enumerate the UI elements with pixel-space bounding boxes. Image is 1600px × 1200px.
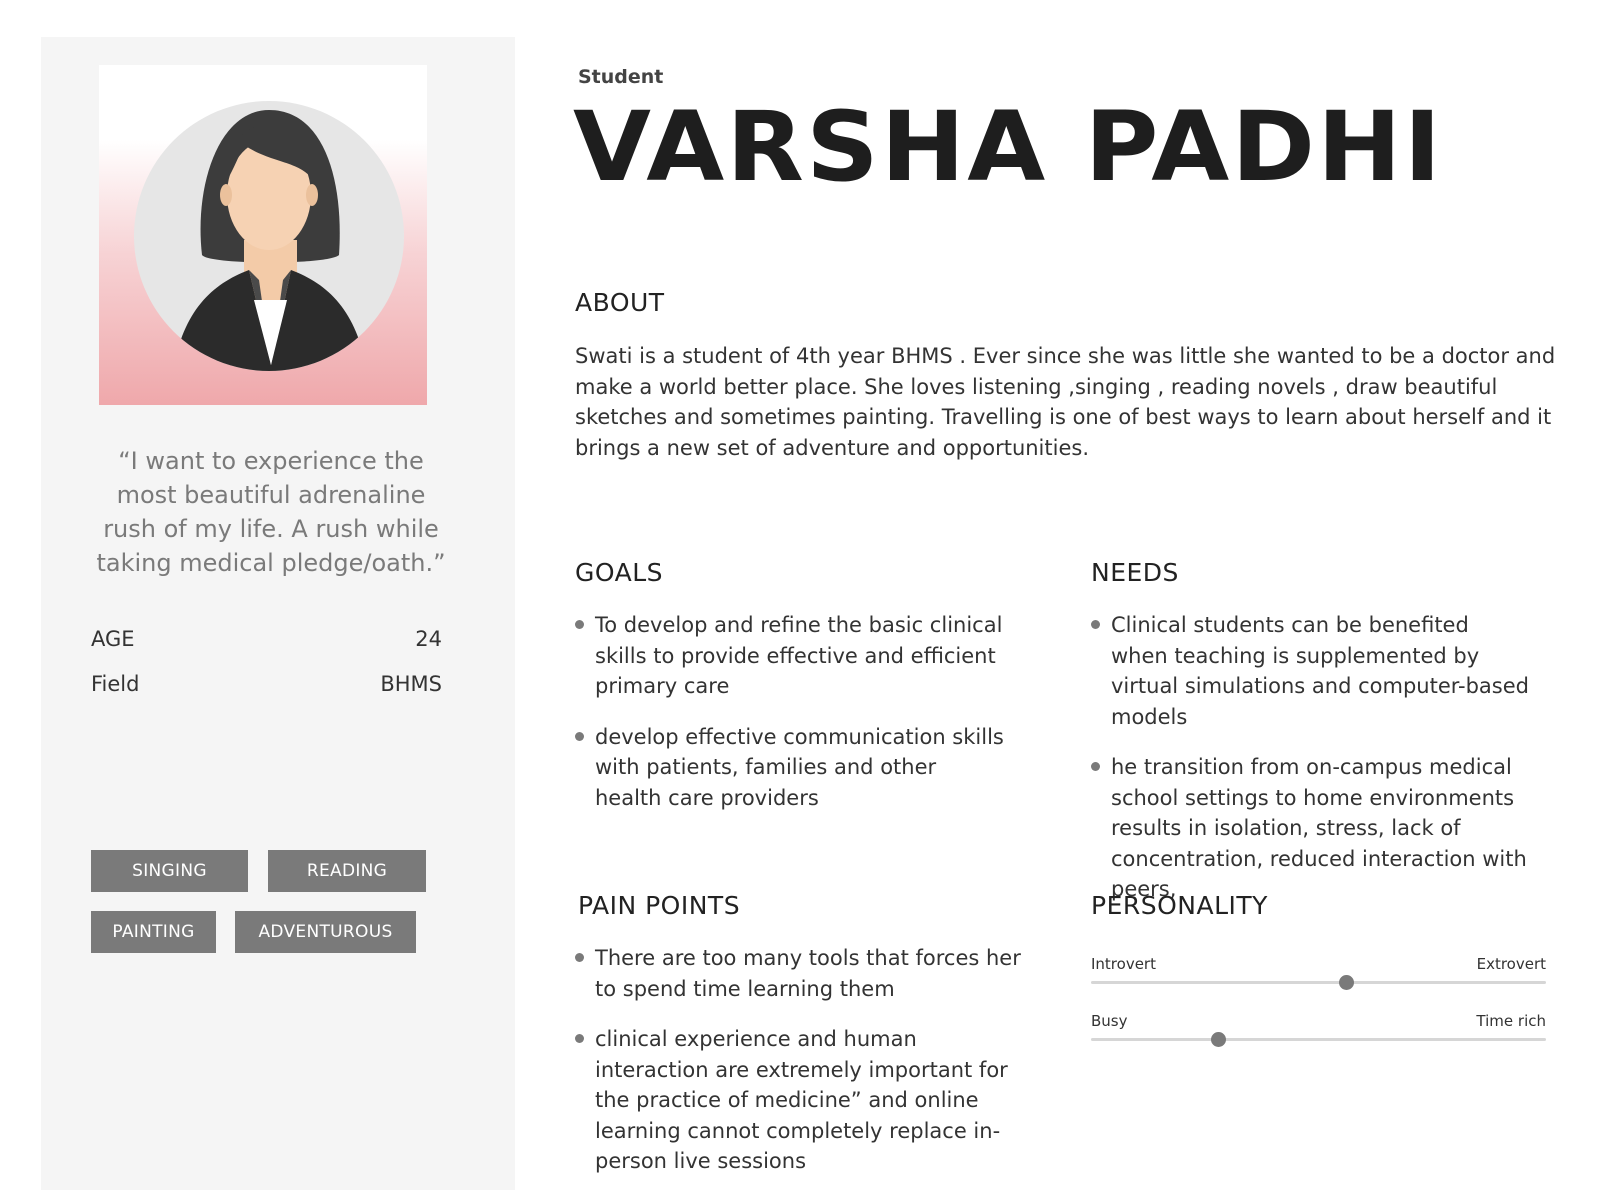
slider-thumb[interactable] (1338, 975, 1354, 990)
tag-reading[interactable]: READING (268, 850, 426, 892)
goals-title: GOALS (575, 558, 664, 587)
persona-name: VARSHA PADHI (573, 91, 1444, 203)
field-value: BHMS (380, 672, 442, 696)
slider-right-label: Time rich (1476, 1012, 1546, 1030)
tag-adventurous[interactable]: ADVENTUROUS (235, 911, 416, 953)
about-title: ABOUT (575, 288, 665, 317)
busy-timerich-slider[interactable]: Busy Time rich (1091, 1012, 1546, 1062)
slider-left-label: Introvert (1091, 955, 1156, 973)
age-label: AGE (91, 627, 135, 651)
introvert-extrovert-slider[interactable]: Introvert Extrovert (1091, 955, 1546, 1005)
needs-title: NEEDS (1091, 558, 1179, 587)
slider-track[interactable] (1091, 1038, 1546, 1041)
persona-role: Student (578, 66, 664, 88)
field-label: Field (91, 672, 140, 696)
slider-thumb[interactable] (1211, 1032, 1227, 1047)
slider-track[interactable] (1091, 981, 1546, 984)
goal-item: develop effective communication skills w… (575, 722, 1005, 814)
personality-title: PERSONALITY (1091, 891, 1268, 920)
slider-left-label: Busy (1091, 1012, 1128, 1030)
need-item: Clinical students can be benefited when … (1091, 610, 1531, 732)
about-text: Swati is a student of 4th year BHMS . Ev… (575, 344, 1556, 460)
field-row: Field BHMS (91, 672, 442, 696)
tag-painting[interactable]: PAINTING (91, 911, 216, 953)
need-item: he transition from on-campus medical sch… (1091, 752, 1531, 905)
pain-points-list: There are too many tools that forces her… (575, 943, 1025, 1197)
slider-right-label: Extrovert (1476, 955, 1546, 973)
goals-list: To develop and refine the basic clinical… (575, 610, 1005, 833)
pain-point-item: clinical experience and human interactio… (575, 1024, 1025, 1177)
needs-list: Clinical students can be benefited when … (1091, 610, 1531, 925)
female-avatar-icon (134, 101, 404, 371)
tag-singing[interactable]: SINGING (91, 850, 248, 892)
pain-points-title: PAIN POINTS (578, 891, 741, 920)
age-value: 24 (415, 627, 442, 651)
persona-quote: “I want to experience the most beautiful… (96, 447, 446, 577)
pain-point-item: There are too many tools that forces her… (575, 943, 1025, 1004)
profile-photo (99, 65, 427, 405)
goal-item: To develop and refine the basic clinical… (575, 610, 1005, 702)
age-row: AGE 24 (91, 627, 442, 651)
